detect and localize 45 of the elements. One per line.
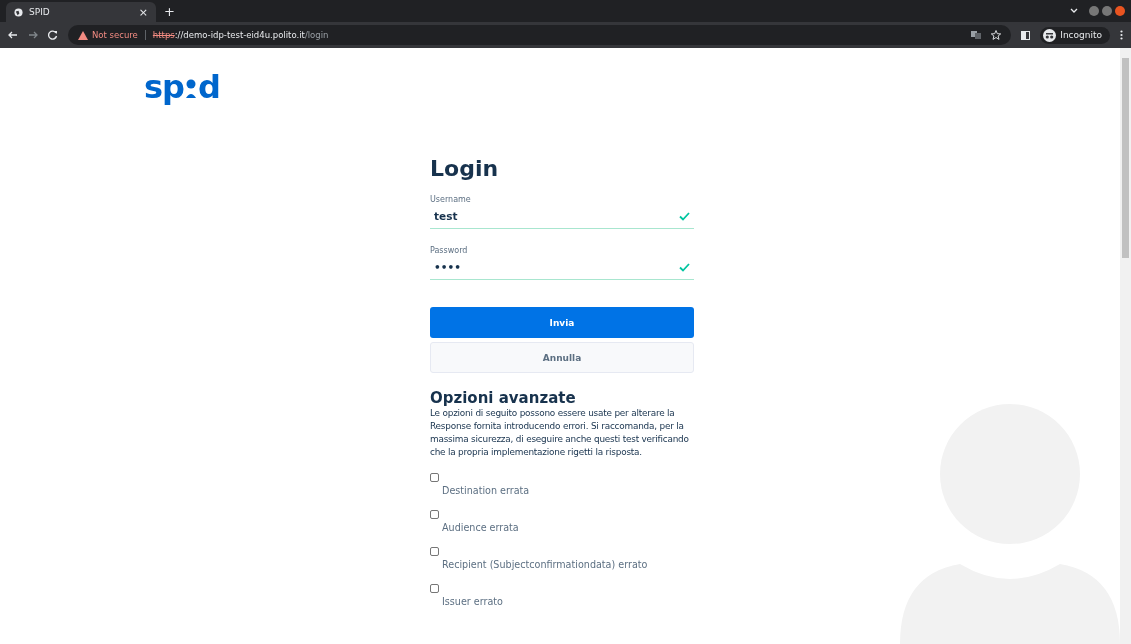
scrollbar-thumb[interactable]	[1122, 58, 1129, 258]
submit-button[interactable]: Invia	[430, 307, 694, 338]
input-field[interactable]: Username test	[430, 195, 694, 229]
spid-logo: sp d	[144, 68, 220, 106]
input-field[interactable]: Password ••••	[430, 246, 694, 280]
checkbox[interactable]	[430, 584, 439, 593]
cancel-button[interactable]: Annulla	[430, 342, 694, 373]
browser-tab[interactable]: SPID ×	[6, 2, 156, 22]
checkbox[interactable]	[430, 473, 439, 482]
checkbox[interactable]	[430, 547, 439, 556]
checkmark-icon	[679, 211, 690, 221]
option-label: Issuer errato	[442, 596, 504, 607]
forward-arrow-icon[interactable]	[28, 30, 38, 40]
chevron-down-icon[interactable]	[1070, 8, 1078, 14]
warning-icon	[78, 30, 88, 40]
login-title: Login	[430, 156, 500, 181]
back-arrow-icon[interactable]	[8, 30, 18, 40]
reload-icon[interactable]	[48, 30, 58, 40]
security-status: Not secure	[92, 30, 138, 40]
field-value: ••••	[434, 261, 461, 273]
field-label: Username	[430, 195, 472, 204]
menu-icon[interactable]	[1120, 30, 1123, 40]
new-tab-button[interactable]: +	[164, 4, 175, 19]
address-bar[interactable]: Not secure https://demo-idp-test-eid4u.polito.it/login	[68, 25, 1012, 45]
globe-icon	[14, 7, 23, 17]
option-label: Recipient (Subjectconfirmationdata) errato	[442, 559, 649, 570]
field-value: test	[434, 210, 458, 222]
section-title: Opzioni avanzate	[430, 389, 577, 407]
close-icon[interactable]	[1115, 6, 1125, 16]
side-panel-icon[interactable]	[1021, 30, 1031, 40]
checkbox[interactable]	[430, 510, 439, 519]
incognito-icon	[1043, 28, 1057, 42]
translate-icon[interactable]	[971, 30, 982, 40]
tab-title: SPID	[29, 7, 51, 17]
option-label: Destination errata	[442, 485, 531, 496]
star-icon[interactable]	[991, 30, 1002, 40]
maximize-icon[interactable]	[1102, 6, 1112, 16]
section-description: Le opzioni di seguito possono essere usate per alterare la Response fornita introducendo errori. Si raccomanda, per la massima sicurezza, di eseguire anche questi test verificando che la propria implementazione rigetti la risposta.	[430, 407, 690, 459]
checkmark-icon	[679, 262, 690, 272]
field-label: Password	[430, 246, 469, 255]
option-label: Audience errata	[442, 522, 520, 533]
incognito-profile-button[interactable]: Incognito	[1040, 26, 1110, 44]
minimize-icon[interactable]	[1089, 6, 1099, 16]
url-text: https://demo-idp-test-eid4u.polito.it/login	[152, 30, 329, 40]
close-tab-button[interactable]: ×	[138, 5, 148, 19]
